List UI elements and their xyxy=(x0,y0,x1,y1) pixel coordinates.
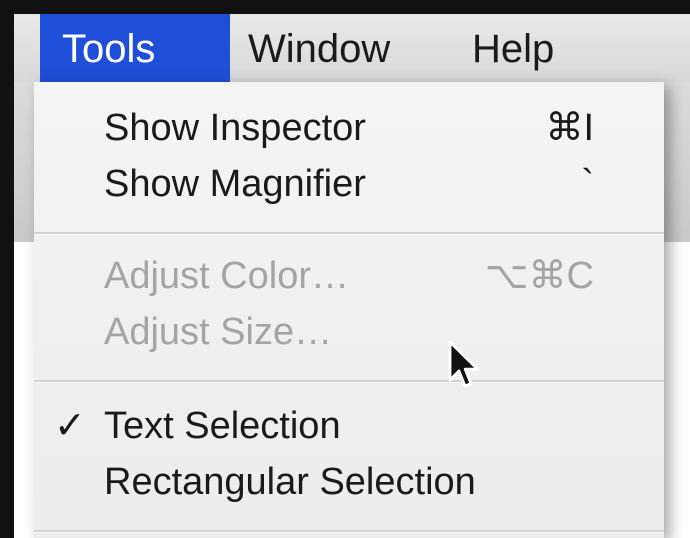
menu-separator xyxy=(34,530,664,533)
menu-item-label: Adjust Color… xyxy=(104,255,349,297)
arrow-cursor-icon xyxy=(448,340,479,388)
menu-item-label: Show Magnifier xyxy=(104,163,366,205)
menu-item-label: Rectangular Selection xyxy=(104,461,476,503)
menubar-item-tools[interactable]: Tools xyxy=(40,14,230,82)
menu-item-rectangular-selection[interactable]: Rectangular Selection xyxy=(34,454,664,510)
menubar-item-window[interactable]: Window xyxy=(226,14,436,82)
menu-item-adjust-color: Adjust Color… ⌥⌘C xyxy=(34,248,664,304)
menu-item-label: Adjust Size… xyxy=(104,311,333,353)
menu-item-label: Show Inspector xyxy=(104,107,366,149)
menu-item-text-selection[interactable]: ✓ Text Selection xyxy=(34,398,664,454)
tools-dropdown-menu: Show Inspector ⌘I Show Magnifier ` Adjus… xyxy=(34,82,664,538)
menu-item-shortcut: ⌘I xyxy=(545,107,594,149)
menu-bar: Tools Window Help xyxy=(14,14,690,82)
menu-separator xyxy=(34,232,664,235)
checkmark-icon: ✓ xyxy=(54,405,86,447)
menu-item-adjust-size: Adjust Size… xyxy=(34,304,664,360)
menu-separator xyxy=(34,380,664,383)
menu-item-label: Text Selection xyxy=(104,405,341,447)
menubar-item-help[interactable]: Help xyxy=(450,14,600,82)
menu-item-show-magnifier[interactable]: Show Magnifier ` xyxy=(34,156,664,212)
screenshot-frame: Tools Window Help Show Inspector ⌘I Show… xyxy=(0,0,690,538)
menu-item-show-inspector[interactable]: Show Inspector ⌘I xyxy=(34,100,664,156)
menu-item-shortcut: ⌥⌘C xyxy=(484,255,594,297)
menu-item-shortcut: ` xyxy=(581,163,594,205)
